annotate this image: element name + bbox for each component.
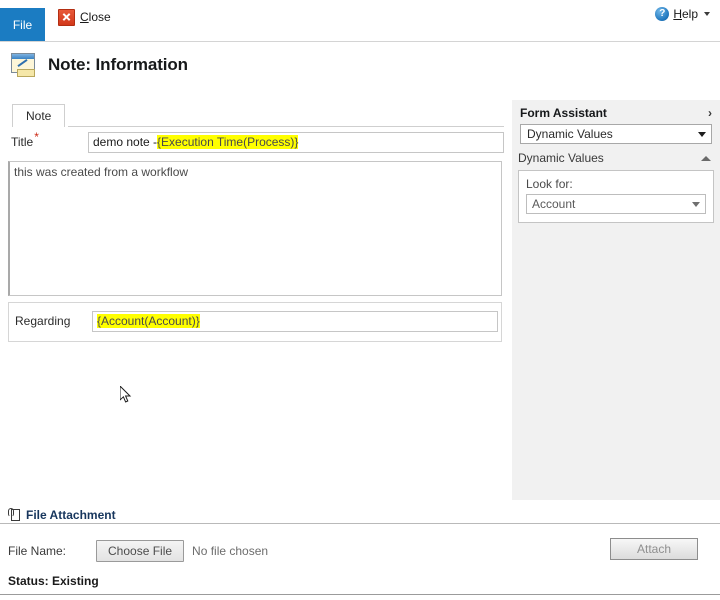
- regarding-value-token: {Account(Account)}: [97, 314, 200, 328]
- title-label-text: Title: [11, 135, 34, 149]
- page-title: Note: Information: [48, 55, 188, 74]
- file-name-label: File Name:: [8, 544, 67, 558]
- tab-note-label: Note: [26, 109, 52, 123]
- close-x-icon: [58, 8, 75, 26]
- choose-file-button[interactable]: Choose File: [96, 540, 185, 562]
- page-header: Note: Information: [10, 52, 188, 78]
- close-button[interactable]: Close: [58, 6, 111, 28]
- status-text: Status: Existing: [8, 574, 99, 588]
- form-assistant-panel: Form Assistant › Dynamic Values Dynamic …: [512, 100, 720, 500]
- chevron-down-icon: [698, 131, 706, 137]
- note-record-icon: [10, 52, 38, 78]
- no-file-chosen-text: No file chosen: [192, 544, 269, 558]
- form-assistant-title: Form Assistant: [520, 106, 607, 120]
- note-form: Title* demo note - {Execution Time(Proce…: [8, 127, 504, 342]
- title-field-label: Title*: [8, 131, 88, 149]
- help-label-rest: elp: [681, 7, 698, 21]
- tab-strip: Note: [8, 104, 504, 127]
- regarding-field-label: Regarding: [15, 314, 71, 328]
- paperclip-icon: [8, 508, 21, 522]
- assistant-mode-select[interactable]: Dynamic Values: [520, 124, 712, 144]
- title-input[interactable]: demo note - {Execution Time(Process)}: [88, 131, 504, 153]
- assistant-mode-value: Dynamic Values: [527, 127, 613, 141]
- title-value-plain: demo note -: [93, 135, 158, 149]
- close-accesskey: C: [80, 10, 89, 24]
- help-accesskey: H: [673, 7, 682, 21]
- chevron-up-icon: [701, 155, 711, 161]
- title-value-token: {Execution Time(Process)}: [157, 135, 299, 149]
- regarding-section: Regarding {Account(Account)}: [8, 302, 502, 342]
- form-assistant-header: Form Assistant ›: [512, 100, 720, 124]
- close-label-rest: lose: [88, 10, 111, 24]
- bottom-divider: [0, 594, 720, 595]
- file-name-row: File Name: Choose File No file chosen: [8, 540, 268, 562]
- required-asterisk: *: [34, 130, 39, 144]
- note-body-textarea[interactable]: this was created from a workflow: [8, 161, 502, 296]
- note-body-value: this was created from a workflow: [14, 165, 189, 179]
- chevron-down-icon: [692, 201, 700, 207]
- dynamic-values-section-label: Dynamic Values: [518, 151, 604, 165]
- file-attachment-divider: [0, 523, 720, 524]
- regarding-input[interactable]: {Account(Account)}: [92, 310, 498, 332]
- ribbon-bar: File Close ? Help: [0, 0, 720, 42]
- file-attachment-title: File Attachment: [26, 508, 116, 522]
- title-field-row: Title* demo note - {Execution Time(Proce…: [8, 127, 504, 157]
- regarding-field-row: Regarding {Account(Account)}: [12, 306, 498, 336]
- help-question-icon: ?: [655, 7, 670, 21]
- chevron-right-icon[interactable]: ›: [708, 106, 712, 120]
- attach-button[interactable]: Attach: [610, 538, 698, 560]
- look-for-value: Account: [532, 197, 576, 211]
- dynamic-values-section-header[interactable]: Dynamic Values: [512, 144, 720, 170]
- help-button[interactable]: ? Help: [655, 7, 710, 21]
- file-attachment-header: File Attachment: [8, 508, 116, 522]
- close-button-label: Close: [80, 10, 111, 24]
- file-tab[interactable]: File: [0, 8, 45, 41]
- look-for-label: Look for:: [526, 177, 573, 191]
- tab-note[interactable]: Note: [12, 104, 66, 127]
- look-for-select[interactable]: Account: [526, 194, 706, 214]
- help-button-label: Help: [673, 7, 698, 21]
- chevron-down-icon: [704, 12, 710, 16]
- mouse-cursor: [120, 386, 132, 403]
- look-for-card: Look for: Account: [518, 170, 714, 223]
- file-tab-label: File: [12, 17, 33, 32]
